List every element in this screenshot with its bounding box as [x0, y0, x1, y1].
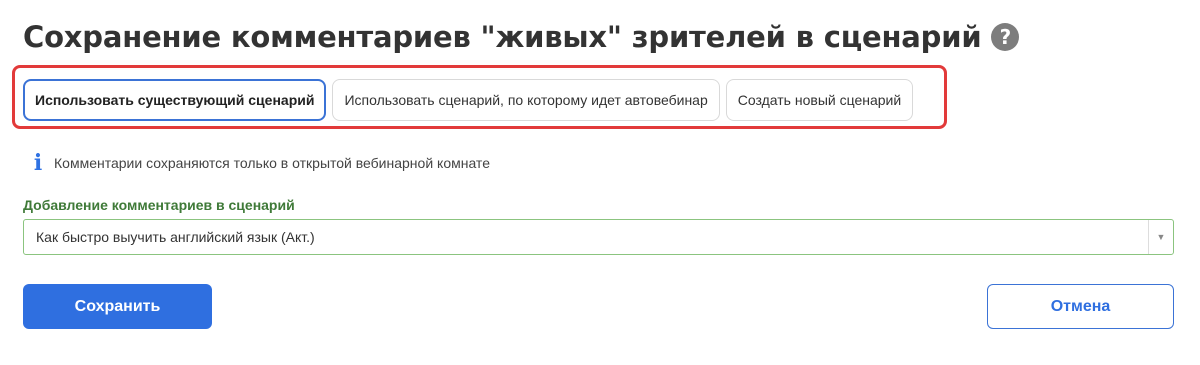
cancel-button[interactable]: Отмена [987, 284, 1174, 329]
option-use-autowebinar-scenario[interactable]: Использовать сценарий, по которому идет … [332, 79, 720, 121]
header: Сохранение комментариев "живых" зрителей… [23, 12, 1020, 62]
scenario-select[interactable]: Как быстро выучить английский язык (Акт.… [23, 219, 1174, 255]
option-create-new-scenario[interactable]: Создать новый сценарий [725, 79, 914, 121]
save-button[interactable]: Сохранить [23, 284, 212, 329]
chevron-down-icon[interactable]: ▼ [1148, 220, 1173, 254]
scenario-select-label: Добавление комментариев в сценарий [23, 197, 295, 213]
option-use-existing-scenario[interactable]: Использовать существующий сценарий [23, 79, 327, 121]
scenario-option-tabs: Использовать существующий сценарий Испол… [23, 79, 914, 121]
scenario-select-value: Как быстро выучить английский язык (Акт.… [36, 229, 315, 245]
page-title: Сохранение комментариев "живых" зрителей… [23, 20, 982, 54]
info-note: i Комментарии сохраняются только в откры… [33, 152, 490, 174]
save-comments-dialog: Сохранение комментариев "живых" зрителей… [0, 0, 1200, 365]
question-circle-icon[interactable]: ? [991, 23, 1020, 51]
info-icon: i [33, 150, 43, 176]
info-text: Комментарии сохраняются только в открыто… [54, 155, 490, 171]
